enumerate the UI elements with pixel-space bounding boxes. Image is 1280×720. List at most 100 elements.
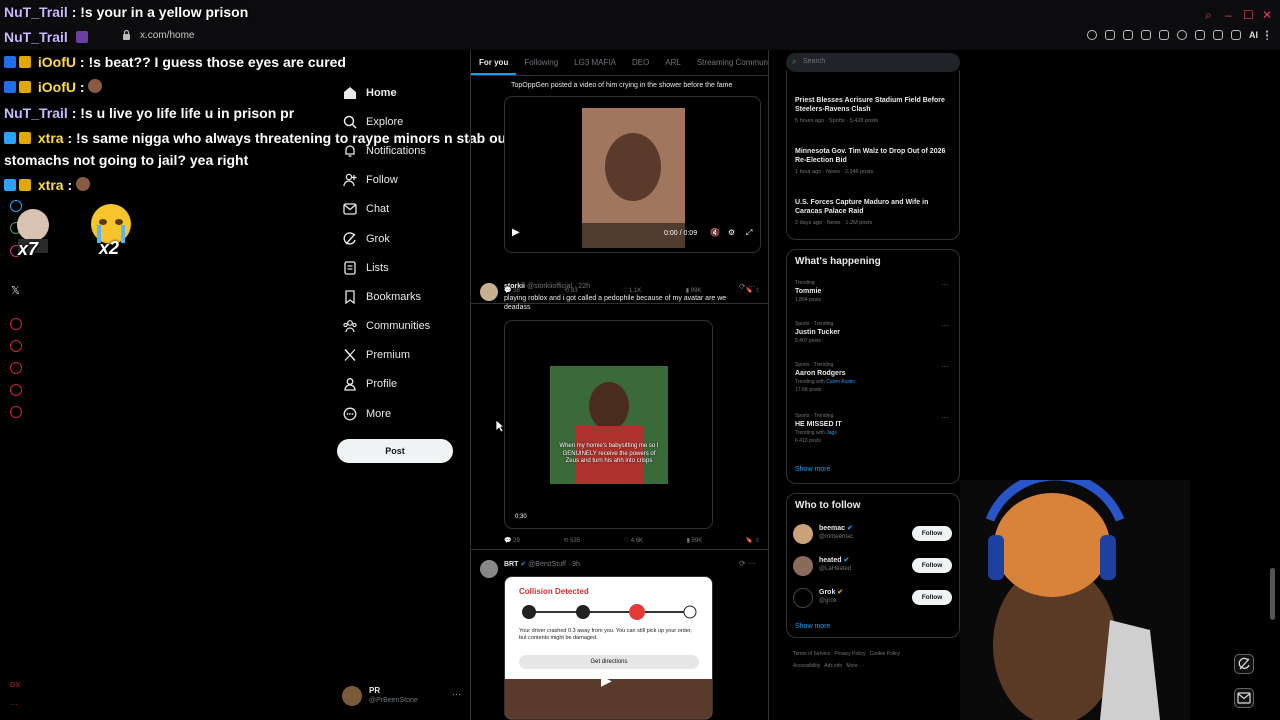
follow-button[interactable]: Follow <box>912 526 952 541</box>
trend-item[interactable]: Trending Tommie 1,894 posts ··· <box>795 280 955 303</box>
player-icon[interactable] <box>10 318 22 330</box>
avatar[interactable] <box>480 283 498 301</box>
pin-icon[interactable] <box>1105 30 1115 40</box>
x-logo-icon[interactable]: 𝕏 <box>11 284 20 297</box>
follow-suggestion[interactable]: heated ✔ @LaHeated Follow <box>793 554 953 580</box>
history-icon[interactable] <box>10 362 22 374</box>
trend-item[interactable]: Sports · Trending Aaron Rodgers Trending… <box>795 362 955 393</box>
news-item[interactable]: Priest Blesses Acrisure Stadium Field Be… <box>795 96 955 124</box>
menu-icon[interactable] <box>1266 30 1270 40</box>
fullscreen-icon[interactable]: ⤢ <box>746 228 752 238</box>
tab-arl[interactable]: ARL <box>657 50 689 75</box>
grok-icon[interactable]: ⟳ ··· <box>739 559 756 568</box>
get-directions-button[interactable]: Get directions <box>519 655 699 669</box>
follow-suggestion[interactable]: Grok ✔ @grok Follow <box>793 586 953 612</box>
footer-link[interactable]: More ··· <box>846 663 864 669</box>
news-item[interactable]: U.S. Forces Capture Maduro and Wife in C… <box>795 198 955 226</box>
bookmark-icon[interactable]: 🔖 ⇪ <box>746 537 760 544</box>
author-name[interactable]: storkii <box>504 283 525 290</box>
zoom-icon[interactable] <box>1087 30 1097 40</box>
footer-link[interactable]: Terms of Service <box>793 651 830 657</box>
tab-streaming-community[interactable]: Streaming Community <box>689 50 768 75</box>
nav-follow[interactable]: Follow <box>336 166 466 195</box>
nav-grok[interactable]: Grok <box>336 224 466 253</box>
video-player[interactable]: Collision Detected Your driver crashed 0… <box>504 576 713 720</box>
avatar[interactable] <box>793 524 813 544</box>
trend-item[interactable]: Sports · Trending HE MISSED IT Trending … <box>795 413 955 444</box>
url-text[interactable]: x.com/home <box>140 30 194 41</box>
messages-float-button[interactable] <box>1234 688 1254 708</box>
more-icon[interactable]: ··· <box>10 700 18 709</box>
follow-button[interactable]: Follow <box>912 590 952 605</box>
avatar[interactable] <box>793 556 813 576</box>
nav-bookmarks[interactable]: Bookmarks <box>336 282 466 311</box>
video-player[interactable]: ▶ 0:00 / 0:09 🔇 ⚙ ⤢ <box>504 96 761 253</box>
pin-icon[interactable] <box>10 340 22 352</box>
suggestion-name[interactable]: beemac ✔ <box>819 524 853 532</box>
footer-link[interactable]: Ads info <box>824 663 842 669</box>
nav-explore[interactable]: Explore <box>336 107 466 136</box>
shield-icon[interactable] <box>1141 30 1151 40</box>
nav-chat[interactable]: Chat <box>336 195 466 224</box>
avatar[interactable] <box>480 560 498 578</box>
show-more-link[interactable]: Show more <box>795 623 830 630</box>
trend-with-link[interactable]: Jags <box>826 430 837 436</box>
settings-icon[interactable]: ⚙ <box>728 228 735 237</box>
video-player[interactable]: When my homie's babysitting me so I GENU… <box>504 320 713 529</box>
screenshot-icon[interactable] <box>1123 30 1133 40</box>
author-handle[interactable]: @BerstStuff <box>528 561 566 568</box>
mute-icon[interactable]: 🔇 <box>710 228 720 237</box>
extensions-icon[interactable] <box>1195 30 1205 40</box>
repost-button[interactable]: ⟲ 535 <box>563 537 580 544</box>
tab-deo[interactable]: DEO <box>624 50 657 75</box>
box-icon[interactable] <box>10 384 22 396</box>
close-icon[interactable]: ✕ <box>1262 8 1272 22</box>
footer-link[interactable]: Cookie Policy <box>870 651 900 657</box>
heart-icon[interactable] <box>1177 30 1187 40</box>
tweet[interactable]: storkii @storkiiofficial · 22h ⟳ ··· pla… <box>471 275 768 550</box>
more-icon[interactable]: ··· <box>452 689 461 699</box>
suggestion-name[interactable]: heated ✔ <box>819 556 849 564</box>
footer-link[interactable]: Accessibility <box>793 663 820 669</box>
nav-notifications[interactable]: Notifications <box>336 136 466 165</box>
more-icon[interactable]: ··· <box>941 362 949 371</box>
trend-item[interactable]: Sports · Trending Justin Tucker 5,407 po… <box>795 321 955 344</box>
more-icon[interactable]: ··· <box>941 280 949 289</box>
grok-float-button[interactable] <box>1234 654 1254 674</box>
minimize-icon[interactable]: – <box>1225 8 1232 22</box>
reply-button[interactable]: 💬 29 <box>504 537 520 544</box>
ai-button[interactable]: AI <box>1249 30 1258 40</box>
nav-more[interactable]: More <box>336 399 466 428</box>
author-handle[interactable]: @storkiiofficial <box>527 283 572 290</box>
footer-link[interactable]: Privacy Policy <box>834 651 865 657</box>
wallet-icon[interactable] <box>1213 30 1223 40</box>
views-button[interactable]: ▮ 59K <box>687 537 703 544</box>
play-icon[interactable]: ▶ <box>512 227 520 238</box>
play-icon[interactable]: ▶ <box>601 672 612 689</box>
tab-for-you[interactable]: For you <box>471 50 517 75</box>
trend-with-link[interactable]: Calvin Austin <box>826 379 855 385</box>
nav-profile[interactable]: Profile <box>336 370 466 399</box>
grok-icon[interactable] <box>793 588 813 608</box>
nav-premium[interactable]: Premium <box>336 341 466 370</box>
scrollbar-thumb[interactable] <box>1270 568 1275 620</box>
tab-following[interactable]: Following <box>516 50 566 75</box>
news-item[interactable]: Minnesota Gov. Tim Walz to Drop Out of 2… <box>795 147 955 175</box>
tweet[interactable]: BRT ✔ @BerstStuff · 9h ⟳ ··· Collision D… <box>471 550 768 720</box>
tweet[interactable]: TopOppGen posted a video of him crying i… <box>471 76 768 304</box>
tab-lg3-mafia[interactable]: LG3 MAFIA <box>566 50 624 75</box>
search-icon[interactable]: ⌕ <box>1205 8 1212 23</box>
grok-icon[interactable]: ⟳ ··· <box>739 282 756 291</box>
author-name[interactable]: BRT <box>504 561 518 568</box>
more-icon[interactable]: ··· <box>941 321 949 330</box>
settings-icon[interactable] <box>10 406 22 418</box>
maximize-icon[interactable]: ☐ <box>1243 8 1254 22</box>
show-more-link[interactable]: Show more <box>795 466 830 473</box>
nav-communities[interactable]: Communities <box>336 312 466 341</box>
more-icon[interactable]: ··· <box>941 413 949 422</box>
follow-button[interactable]: Follow <box>912 558 952 573</box>
nav-home[interactable]: Home <box>336 78 466 107</box>
send-icon[interactable] <box>1159 30 1169 40</box>
follow-suggestion[interactable]: beemac ✔ @mrbeemac Follow <box>793 522 953 548</box>
gx-logo-icon[interactable]: GX <box>10 682 20 689</box>
